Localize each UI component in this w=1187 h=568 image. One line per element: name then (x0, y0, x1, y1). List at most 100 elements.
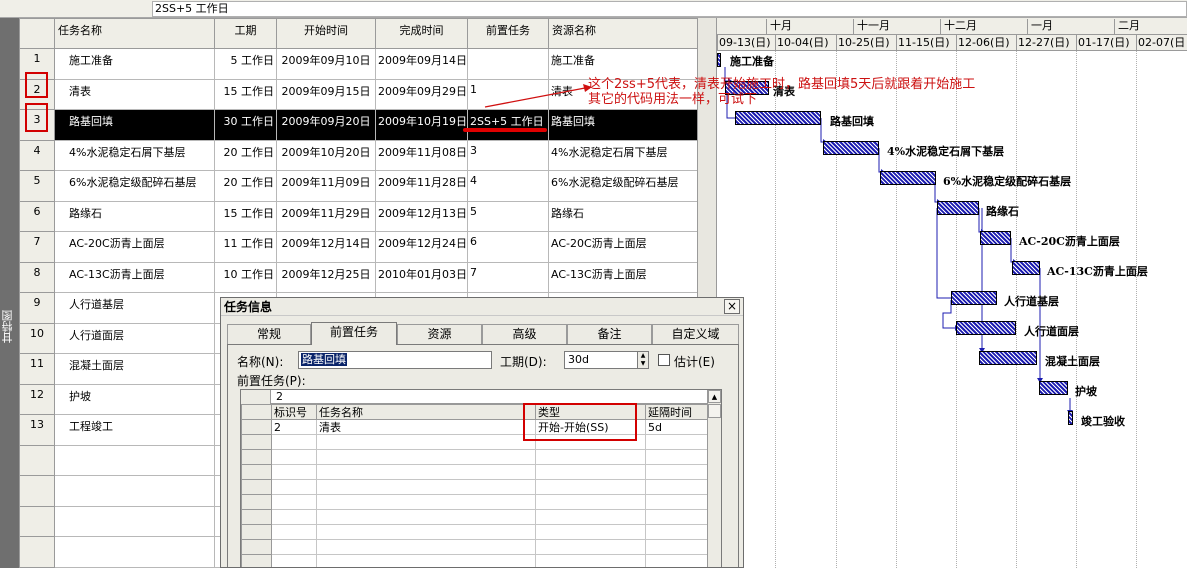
predecessor-empty-row[interactable] (241, 464, 710, 480)
task-row[interactable]: 5 6%水泥稳定级配碎石基层 20 工作日 2009年11月09日 2009年11月28… (19, 170, 698, 202)
pred-col-id[interactable]: 标识号 (271, 404, 317, 420)
predecessor-cell[interactable]: 7 (467, 261, 549, 294)
pred-empty-cell[interactable] (645, 524, 710, 540)
predecessor-empty-row[interactable] (241, 539, 710, 555)
task-name-cell[interactable]: 人行道基层 (54, 292, 215, 324)
predecessor-empty-row[interactable] (241, 449, 710, 465)
start-cell[interactable]: 2009年11月29日 (276, 200, 376, 233)
duration-cell[interactable]: 20 工作日 (214, 139, 277, 172)
pred-empty-cell[interactable] (316, 479, 536, 495)
task-name-cell[interactable]: 路基回填 (54, 109, 215, 141)
scroll-up-icon[interactable]: ▲ (708, 390, 721, 403)
gantt-bar[interactable] (937, 201, 979, 215)
pred-empty-cell[interactable] (535, 539, 646, 555)
predecessor-cell[interactable]: 2SS+5 工作日 (467, 109, 549, 141)
finish-cell[interactable]: 2009年09月29日 (375, 78, 468, 111)
task-name-cell[interactable] (54, 505, 215, 538)
tab-general[interactable]: 常规 (227, 324, 311, 344)
task-name-cell[interactable]: 工程竣工 (54, 414, 215, 446)
task-name-field[interactable]: 路基回填 (298, 351, 492, 369)
close-icon[interactable]: × (724, 299, 740, 314)
task-name-cell[interactable]: 清表 (54, 78, 215, 111)
scroll-thumb[interactable] (708, 404, 721, 418)
pred-empty-cell[interactable] (271, 479, 317, 495)
row-id-cell[interactable] (19, 475, 55, 507)
predecessor-empty-row[interactable] (241, 509, 710, 525)
pred-cell-id[interactable]: 2 (271, 419, 317, 435)
row-id-cell[interactable]: 12 (19, 383, 55, 416)
row-id-cell[interactable]: 13 (19, 414, 55, 446)
resource-cell[interactable]: 施工准备 (548, 48, 698, 80)
task-row[interactable]: 1 施工准备 5 工作日 2009年09月10日 2009年09月14日 施工准备 (19, 48, 698, 80)
finish-cell[interactable]: 2009年09月14日 (375, 48, 468, 80)
duration-cell[interactable]: 11 工作日 (214, 231, 277, 263)
predecessor-scrollbar[interactable]: ▲ (707, 390, 721, 567)
pred-empty-cell[interactable] (316, 449, 536, 465)
pred-empty-cell[interactable] (271, 494, 317, 510)
pred-empty-cell[interactable] (535, 464, 646, 480)
start-cell[interactable]: 2009年11月09日 (276, 170, 376, 202)
gantt-bar[interactable] (717, 53, 721, 67)
duration-field[interactable]: 30d (564, 351, 638, 369)
gantt-bar[interactable] (956, 321, 1016, 335)
gantt-bar[interactable] (880, 171, 936, 185)
row-id-cell[interactable]: 5 (19, 170, 55, 202)
pred-empty-cell[interactable] (316, 434, 536, 450)
pred-empty-cell[interactable] (645, 494, 710, 510)
predecessor-cell[interactable] (467, 48, 549, 80)
row-id-cell[interactable]: 8 (19, 261, 55, 294)
start-cell[interactable]: 2009年10月20日 (276, 139, 376, 172)
finish-cell[interactable]: 2009年12月13日 (375, 200, 468, 233)
pred-empty-cell[interactable] (271, 434, 317, 450)
pred-empty-cell[interactable] (535, 479, 646, 495)
estimate-checkbox[interactable] (658, 354, 670, 366)
duration-cell[interactable]: 15 工作日 (214, 78, 277, 111)
row-id-cell[interactable]: 1 (19, 48, 55, 80)
pred-col-lag[interactable]: 延隔时间 (645, 404, 710, 420)
pred-empty-cell[interactable] (271, 464, 317, 480)
duration-spinner[interactable]: ▲ ▼ (637, 351, 649, 369)
duration-cell[interactable]: 5 工作日 (214, 48, 277, 80)
task-name-cell[interactable]: AC-20C沥青上面层 (54, 231, 215, 263)
pred-empty-cell[interactable] (535, 434, 646, 450)
task-row[interactable]: 6 路缘石 15 工作日 2009年11月29日 2009年12月13日 5 路缘石 (19, 200, 698, 233)
task-name-cell[interactable]: 施工准备 (54, 48, 215, 80)
predecessor-cell[interactable]: 3 (467, 139, 549, 172)
task-name-cell[interactable]: 路缘石 (54, 200, 215, 233)
entry-field[interactable]: 2SS+5 工作日 (152, 1, 1187, 17)
resource-cell[interactable]: 路基回填 (548, 109, 698, 141)
pred-empty-cell[interactable] (271, 524, 317, 540)
resource-cell[interactable]: 路缘石 (548, 200, 698, 233)
task-row[interactable]: 4 4%水泥稳定石屑下基层 20 工作日 2009年10月20日 2009年11月08日… (19, 139, 698, 172)
resource-cell[interactable]: 4%水泥稳定石屑下基层 (548, 139, 698, 172)
predecessor-empty-row[interactable] (241, 554, 710, 567)
predecessor-cell[interactable]: 4 (467, 170, 549, 202)
pred-empty-cell[interactable] (645, 554, 710, 567)
task-name-cell[interactable]: 6%水泥稳定级配碎石基层 (54, 170, 215, 202)
duration-cell[interactable]: 20 工作日 (214, 170, 277, 202)
gantt-bar[interactable] (980, 231, 1011, 245)
pred-empty-cell[interactable] (535, 494, 646, 510)
resource-cell[interactable]: AC-20C沥青上面层 (548, 231, 698, 263)
finish-cell[interactable]: 2009年11月28日 (375, 170, 468, 202)
task-name-cell[interactable]: 混凝土面层 (54, 353, 215, 385)
pred-empty-cell[interactable] (316, 494, 536, 510)
row-id-cell[interactable] (19, 505, 55, 538)
predecessor-empty-row[interactable] (241, 434, 710, 450)
task-row[interactable]: 3 路基回填 30 工作日 2009年09月20日 2009年10月19日 2SS+5 工… (19, 109, 698, 141)
task-name-cell[interactable]: 护坡 (54, 383, 215, 416)
col-header-start[interactable]: 开始时间 (276, 18, 376, 49)
task-name-cell[interactable]: AC-13C沥青上面层 (54, 261, 215, 294)
col-header-resources[interactable]: 资源名称 (548, 18, 698, 49)
pred-empty-cell[interactable] (645, 539, 710, 555)
duration-cell[interactable]: 10 工作日 (214, 261, 277, 294)
start-cell[interactable]: 2009年09月15日 (276, 78, 376, 111)
col-header-duration[interactable]: 工期 (214, 18, 277, 49)
row-id-cell[interactable]: 10 (19, 322, 55, 355)
pred-empty-cell[interactable] (645, 464, 710, 480)
predecessor-entry-value[interactable]: 2 (276, 390, 283, 403)
duration-cell[interactable]: 30 工作日 (214, 109, 277, 141)
finish-cell[interactable]: 2009年10月19日 (375, 109, 468, 141)
predecessor-empty-row[interactable] (241, 524, 710, 540)
gantt-bar[interactable] (735, 111, 821, 125)
